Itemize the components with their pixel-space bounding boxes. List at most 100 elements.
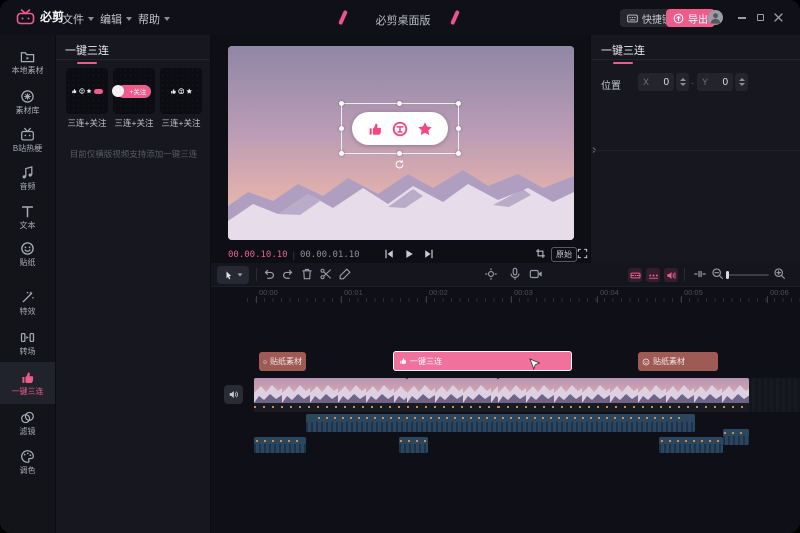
title-decoration-slash (450, 10, 460, 25)
video-clip-3[interactable] (498, 378, 749, 412)
resize-handle[interactable] (456, 101, 461, 106)
video-clip-1[interactable] (254, 378, 407, 412)
chevron-down-icon (88, 17, 94, 21)
audio-clip-c[interactable] (659, 437, 723, 453)
clip-audio-strip (498, 403, 749, 412)
aspect-ratio-button[interactable]: 原始 (551, 247, 577, 262)
app-logo: 必剪 (16, 8, 64, 25)
menu-edit[interactable]: 编辑 (100, 11, 132, 27)
close-button[interactable] (773, 12, 783, 22)
sanlian-clip-selected[interactable]: 一键三连 (393, 351, 572, 371)
resize-handle[interactable] (456, 126, 461, 131)
library-panel: 一键三连 +关注 三连+关注 三连+关注 (55, 35, 210, 533)
panel-divider (591, 59, 800, 60)
stepper-down-icon[interactable] (739, 83, 745, 86)
record-screen-button[interactable] (529, 267, 543, 281)
timeline-ruler[interactable]: 00:00 00:01 00:02 00:03 00:04 00:05 00:0… (211, 287, 800, 305)
sidebar-item-audio[interactable]: 音频 (0, 159, 55, 197)
beat-marks-toggle[interactable] (646, 268, 660, 282)
redo-button[interactable] (281, 267, 295, 281)
zoom-in-button[interactable] (773, 267, 786, 280)
menu-file[interactable]: 文件 (62, 11, 94, 27)
previous-frame-button[interactable] (383, 248, 395, 260)
video-clip-offscreen[interactable] (749, 378, 800, 412)
sidebar-item-b-memes[interactable]: B站热梗 (0, 121, 55, 159)
position-x-stepper[interactable] (676, 73, 689, 91)
audio-clip-a[interactable] (254, 437, 306, 453)
mouse-cursor (529, 358, 540, 372)
next-frame-button[interactable] (423, 248, 435, 260)
stepper-up-icon[interactable] (739, 78, 745, 81)
sidebar-item-effects[interactable]: 特效 (0, 284, 55, 322)
video-preview[interactable] (228, 46, 574, 240)
current-time: 00.00.10.10 (228, 250, 288, 260)
toolbar-divider (684, 268, 685, 281)
position-y-field[interactable]: Y 0 (697, 73, 733, 91)
sidebar-item-color[interactable]: 调色 (0, 443, 55, 481)
timeline-toolbar (211, 263, 800, 287)
inspector-tab-sanlian[interactable]: 一键三连 (601, 41, 645, 64)
audio-clip-d[interactable] (723, 429, 749, 445)
timeline-section: 00:00 00:01 00:02 00:03 00:04 00:05 00:0… (210, 263, 800, 533)
sanlian-card-3[interactable] (160, 68, 202, 114)
video-clip-2[interactable] (407, 378, 498, 412)
undo-button[interactable] (262, 267, 276, 281)
sidebar-item-library[interactable]: 素材库 (0, 83, 55, 121)
zoom-slider-handle[interactable] (726, 271, 729, 279)
sanlian-overlay-sticker[interactable] (352, 112, 448, 145)
stepper-up-icon[interactable] (680, 78, 686, 81)
stepper-down-icon[interactable] (680, 83, 686, 86)
position-y-stepper[interactable] (735, 73, 748, 91)
play-button[interactable] (403, 248, 415, 260)
minimize-button[interactable] (737, 13, 747, 23)
resize-handle[interactable] (397, 101, 402, 106)
position-x-field[interactable]: X 0 (638, 73, 674, 91)
resize-handle[interactable] (339, 101, 344, 106)
split-button[interactable] (319, 267, 333, 281)
user-avatar[interactable] (708, 10, 723, 25)
ruler-minor-ticks (247, 298, 800, 302)
rotate-handle-icon[interactable] (394, 159, 405, 170)
audio-clip-long[interactable] (306, 414, 695, 432)
sanlian-card-1[interactable] (66, 68, 108, 114)
sidebar-item-filter[interactable]: 滤镜 (0, 404, 55, 442)
sticker-clip-1[interactable]: 贴纸素材 (259, 352, 306, 371)
crop-icon[interactable] (535, 248, 546, 259)
timecode: 00.00.10.10 | 00.00.01.10 (228, 249, 360, 261)
title-decoration-slash (338, 10, 348, 25)
resize-handle[interactable] (397, 151, 402, 156)
sidebar-item-transition[interactable]: 转场 (0, 324, 55, 362)
sidebar-item-text[interactable]: 文本 (0, 198, 55, 236)
marker-pen-button[interactable] (338, 267, 352, 281)
delete-button[interactable] (300, 267, 314, 281)
menu-help[interactable]: 帮助 (138, 11, 170, 27)
music-note-icon (20, 165, 35, 180)
audio-wave-toggle[interactable] (664, 268, 678, 282)
resize-handle[interactable] (456, 151, 461, 156)
fit-timeline-button[interactable] (693, 267, 707, 281)
sidebar-item-sanlian[interactable]: 一键三连 (0, 362, 55, 404)
select-tool-button[interactable] (217, 266, 249, 284)
sidebar-item-sticker[interactable]: 贴纸 (0, 235, 55, 273)
chevron-down-icon (237, 273, 242, 276)
cover-clip-toggle[interactable] (628, 268, 642, 282)
tracking-button[interactable] (484, 267, 498, 281)
text-icon (20, 204, 35, 219)
avatar-circle (112, 85, 124, 97)
sticker-clip-2[interactable]: 贴纸素材 (638, 352, 718, 371)
audio-clip-b[interactable] (399, 437, 428, 453)
mute-track-button[interactable] (224, 385, 243, 404)
library-tab-sanlian[interactable]: 一键三连 (65, 41, 109, 64)
fullscreen-icon[interactable] (577, 248, 588, 259)
sidebar-item-local-media[interactable]: 本地素材 (0, 43, 55, 81)
resize-handle[interactable] (339, 151, 344, 156)
transition-icon (20, 330, 35, 345)
timeline-zoom-slider[interactable] (727, 274, 769, 276)
position-label: 位置 (601, 77, 621, 92)
zoom-out-button[interactable] (711, 267, 724, 280)
microphone-button[interactable] (508, 267, 522, 281)
sanlian-card-2[interactable]: +关注 (113, 68, 155, 114)
video-thumbnails (254, 378, 407, 403)
maximize-button[interactable] (755, 12, 765, 22)
resize-handle[interactable] (339, 126, 344, 131)
